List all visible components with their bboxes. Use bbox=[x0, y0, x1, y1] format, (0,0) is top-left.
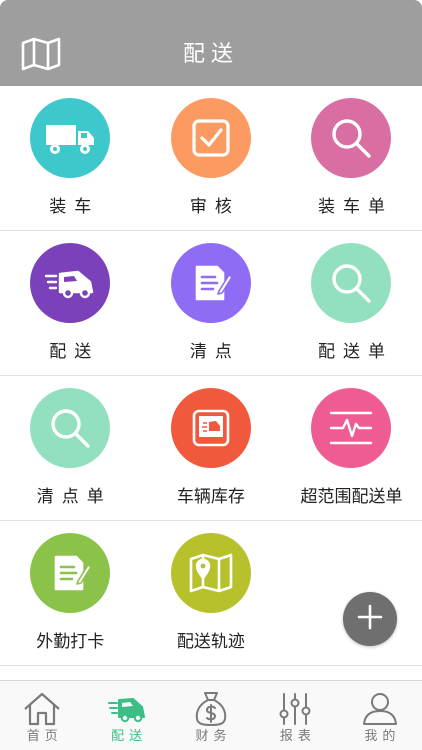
nav-item-finance[interactable]: 财务 bbox=[169, 681, 253, 750]
search-icon bbox=[311, 98, 392, 178]
grid-row: 配送 清点 配送单 bbox=[0, 231, 422, 376]
search-icon bbox=[30, 388, 111, 468]
delivery-van-icon bbox=[107, 691, 147, 727]
grid-item-field-checkin[interactable]: 外勤打卡 bbox=[0, 521, 141, 665]
page-title: 配送 bbox=[182, 42, 239, 67]
plus-icon bbox=[357, 604, 383, 634]
home-icon bbox=[22, 691, 62, 727]
grid-row: 清点单 车辆库存 超范围配送单 bbox=[0, 376, 422, 521]
edit-document-icon bbox=[30, 533, 111, 613]
grid-item-label: 外勤打卡 bbox=[36, 632, 105, 652]
nav-label: 报表 bbox=[279, 729, 316, 744]
grid-item-review[interactable]: 审核 bbox=[141, 86, 282, 230]
grid-item-load-order[interactable]: 装车单 bbox=[281, 86, 422, 230]
grid-item-label: 清点单 bbox=[36, 487, 112, 507]
sliders-icon bbox=[275, 691, 315, 727]
grid-item-count[interactable]: 清点 bbox=[141, 231, 282, 375]
money-bag-icon bbox=[191, 691, 231, 727]
nav-item-delivery[interactable]: 配送 bbox=[84, 681, 168, 750]
grid-item-label: 配送单 bbox=[317, 342, 393, 362]
nav-label: 财务 bbox=[195, 729, 232, 744]
grid-item-load[interactable]: 装车 bbox=[0, 86, 141, 230]
grid-item-label: 配送 bbox=[49, 342, 100, 362]
truck-icon bbox=[30, 98, 111, 178]
grid-empty-cell bbox=[281, 521, 422, 665]
grid-item-label: 清点 bbox=[189, 342, 240, 362]
grid-item-vehicle-stock[interactable]: 车辆库存 bbox=[141, 376, 282, 520]
grid-item-label: 车辆库存 bbox=[176, 487, 245, 507]
grid-item-label: 装车 bbox=[49, 197, 100, 217]
edit-document-icon bbox=[170, 243, 251, 323]
user-icon bbox=[360, 691, 400, 727]
grid-item-label: 审核 bbox=[189, 197, 240, 217]
grid-item-delivery[interactable]: 配送 bbox=[0, 231, 141, 375]
nav-label: 配送 bbox=[111, 729, 148, 744]
grid-item-label: 装车单 bbox=[317, 197, 393, 217]
pulse-line-icon bbox=[311, 388, 392, 468]
grid-row: 装车 审核 装车单 bbox=[0, 86, 422, 231]
checkbox-icon bbox=[170, 98, 251, 178]
map-pin-icon bbox=[170, 533, 251, 613]
search-icon bbox=[311, 243, 392, 323]
header-bar: 配送 bbox=[0, 0, 422, 86]
nav-item-reports[interactable]: 报表 bbox=[253, 681, 337, 750]
nav-item-home[interactable]: 首页 bbox=[0, 681, 84, 750]
delivery-van-icon bbox=[30, 243, 111, 323]
grid-item-label: 配送轨迹 bbox=[176, 632, 245, 652]
grid-item-label: 超范围配送单 bbox=[300, 487, 403, 507]
add-button[interactable] bbox=[343, 592, 397, 646]
bottom-nav: 首页 配送 财务 报表 我的 bbox=[0, 680, 422, 750]
app-screen: 配送 装车 审核 装车单 配送 清点 配送单 清点单 车辆库存 超范围配送单 外… bbox=[0, 0, 422, 750]
vehicle-stock-icon bbox=[170, 388, 251, 468]
grid-item-delivery-track[interactable]: 配送轨迹 bbox=[141, 521, 282, 665]
nav-item-mine[interactable]: 我的 bbox=[338, 681, 422, 750]
nav-label: 我的 bbox=[364, 729, 401, 744]
grid-item-count-order[interactable]: 清点单 bbox=[0, 376, 141, 520]
grid-item-delivery-order[interactable]: 配送单 bbox=[281, 231, 422, 375]
nav-label: 首页 bbox=[26, 729, 63, 744]
function-grid: 装车 审核 装车单 配送 清点 配送单 清点单 车辆库存 超范围配送单 外勤打卡… bbox=[0, 86, 422, 666]
grid-item-out-of-range-order[interactable]: 超范围配送单 bbox=[281, 376, 422, 520]
